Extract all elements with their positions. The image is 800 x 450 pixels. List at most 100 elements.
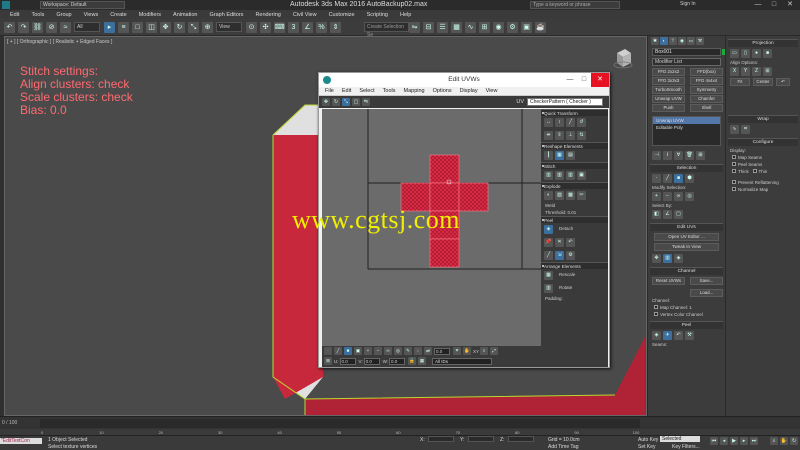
break-icon[interactable]: ✂ (577, 191, 586, 200)
menu-customize[interactable]: Customize (329, 12, 355, 18)
linear-align-icon[interactable]: ╱ (566, 118, 575, 127)
flatten-by-smoothing-icon[interactable]: ▨ (555, 191, 564, 200)
normalize-map-checkbox[interactable]: Normalize Map (726, 186, 800, 193)
create-tab-icon[interactable]: ✱ (651, 37, 659, 45)
select-object-icon[interactable]: ▸ (104, 21, 115, 33)
snap-icon[interactable]: ⌗ (453, 347, 461, 355)
pivot-center-icon[interactable]: ⊙ (246, 21, 257, 33)
move-icon[interactable]: ✥ (160, 21, 171, 33)
grow-selection-icon[interactable]: + (364, 347, 372, 355)
checker-pattern-dropdown[interactable]: CheckerPattern ( Checker ) (527, 98, 603, 106)
stitch-to-source-icon[interactable]: ▥ (566, 171, 575, 180)
peel-rollout-header[interactable]: Peel (650, 321, 723, 329)
percent-snap-icon[interactable]: % (316, 21, 327, 33)
paint-select-icon[interactable]: ✎ (404, 347, 412, 355)
place-icon[interactable]: ⊕ (202, 21, 213, 33)
rotate-checkbox[interactable]: Rotate (555, 284, 576, 293)
viewcube-icon[interactable] (613, 47, 633, 71)
quick-planar-icon[interactable]: ▥ (663, 254, 672, 263)
reset-peel-icon[interactable]: ↶ (566, 238, 575, 247)
select-by-element-icon[interactable]: ▢ (674, 210, 683, 219)
select-manipulate-icon[interactable]: ✣ (260, 21, 271, 33)
make-unique-icon[interactable]: ∀ (674, 151, 683, 160)
select-element-icon[interactable]: ▣ (354, 347, 362, 355)
ignore-backfacing-icon[interactable]: ◧ (652, 210, 661, 219)
curve-editor-icon[interactable]: ∿ (465, 21, 476, 33)
unpin-icon[interactable]: ✕ (555, 238, 564, 247)
uvw-close-button[interactable]: ✕ (591, 73, 609, 87)
menu-tools[interactable]: Tools (31, 12, 44, 18)
lock-selection-icon[interactable]: 🔒 (408, 357, 417, 365)
select-by-name-icon[interactable]: ≡ (118, 21, 129, 33)
pin-selection-icon[interactable]: ╱ (544, 251, 553, 260)
menu-civil-view[interactable]: Civil View (293, 12, 317, 18)
flatten-by-polygon-angle-icon[interactable]: ◐ (544, 191, 553, 200)
map-channel-radio[interactable]: Map Channel: 1 (648, 304, 725, 311)
render-setup-icon[interactable]: ⚙ (507, 21, 518, 33)
align-horizontal-icon[interactable]: ↔ (544, 118, 553, 127)
snaps-toggle-icon[interactable]: 3 (288, 21, 299, 33)
menu-create[interactable]: Create (110, 12, 127, 18)
loop-icon[interactable]: ∞ (384, 347, 392, 355)
uvw-menu-mapping[interactable]: Mapping (404, 88, 425, 94)
show-map-icon[interactable]: ▦ (418, 357, 427, 365)
straighten-selection-icon[interactable]: ┃ (544, 151, 553, 160)
menu-graph-editors[interactable]: Graph Editors (210, 12, 244, 18)
shrink-selection-icon[interactable]: − (374, 347, 382, 355)
unfold-map-icon[interactable]: ⌗ (741, 125, 750, 134)
planar-map-icon[interactable]: ▭ (730, 49, 739, 58)
x-coord-field[interactable] (428, 436, 454, 442)
thickness-radios[interactable]: Thick Thin (726, 168, 800, 175)
projection-header[interactable]: Projection (728, 39, 798, 47)
uvw-rotate-icon[interactable]: ↻ (332, 98, 340, 106)
zoom-extents-icon[interactable]: ⤢ (490, 347, 499, 355)
uvw-move-icon[interactable]: ✥ (322, 98, 330, 106)
quick-map-icon[interactable]: ◈ (674, 254, 683, 263)
unlink-icon[interactable]: ⊘ (46, 21, 57, 33)
viewport-label[interactable]: [ + ] [ Orthographic ] [ Realistic + Edg… (7, 39, 112, 45)
close-button[interactable]: ✕ (782, 0, 798, 10)
render-production-icon[interactable]: ☕ (535, 21, 546, 33)
quick-transform-header[interactable]: Quick Transform (541, 109, 608, 116)
unwrap-uvw-button[interactable]: Unwrap UVW (652, 95, 685, 103)
v-field[interactable]: 0.0 (363, 357, 380, 365)
pack-normalize-icon[interactable]: ▦ (544, 271, 553, 280)
maximize-button[interactable]: □ (766, 0, 782, 10)
lscm-peel-icon[interactable]: ✈ (663, 331, 672, 340)
straighten-icon[interactable]: ⊥ (566, 131, 575, 140)
reset-uvws-button[interactable]: Reset UVWs (652, 277, 685, 285)
absolute-mode-icon[interactable]: ⊞ (324, 357, 332, 365)
menu-views[interactable]: Views (84, 12, 99, 18)
turbosmooth-button[interactable]: TurboSmooth (652, 86, 685, 94)
menu-modifiers[interactable]: Modifiers (139, 12, 161, 18)
pack-custom-icon[interactable]: ▥ (544, 284, 553, 293)
peel-header[interactable]: Peel (541, 216, 608, 223)
flip-icon[interactable]: ⇅ (577, 131, 586, 140)
w-field[interactable]: 0.0 (389, 357, 406, 365)
hierarchy-tab-icon[interactable]: ⊤ (669, 37, 677, 45)
ring-icon[interactable]: ◎ (394, 347, 402, 355)
all-ids-dropdown[interactable]: All IDs (432, 357, 493, 365)
soft-selection-icon[interactable]: ◌ (414, 347, 422, 355)
sign-in-link[interactable]: Sign In (680, 1, 696, 7)
rectangular-selection-icon[interactable]: □ (132, 21, 143, 33)
prev-frame-icon[interactable]: ◂ (720, 437, 728, 445)
stitch-to-target-icon[interactable]: ▥ (544, 171, 553, 180)
angle-snap-icon[interactable]: ∠ (302, 21, 313, 33)
quick-peel-icon[interactable]: ◈ (544, 225, 553, 234)
named-selection-set-dropdown[interactable]: Create Selection Se (364, 22, 409, 38)
menu-animation[interactable]: Animation (173, 12, 197, 18)
ffd-3x3x3-button[interactable]: FFD 3x3x3 (652, 77, 685, 85)
peel-quick-icon[interactable]: ◈ (652, 331, 661, 340)
map-channel-value[interactable]: 1 (689, 305, 692, 310)
ffd-box-button[interactable]: FFD(box) (690, 68, 723, 76)
spinner-snap-icon[interactable]: ⇕ (330, 21, 341, 33)
xy-toggle-icon[interactable]: ⇄ (424, 347, 432, 355)
align-icon[interactable]: ⊟ (423, 21, 434, 33)
selection-filter-dropdown[interactable]: All (74, 22, 100, 32)
element-subobject-icon[interactable]: ⬢ (685, 174, 694, 183)
peel-seams-checkbox[interactable]: Peel Seams (726, 161, 800, 168)
time-slider[interactable]: 0 / 100 (0, 416, 800, 429)
uvw-maximize-button[interactable]: □ (577, 73, 591, 87)
menu-edit[interactable]: Edit (10, 12, 19, 18)
